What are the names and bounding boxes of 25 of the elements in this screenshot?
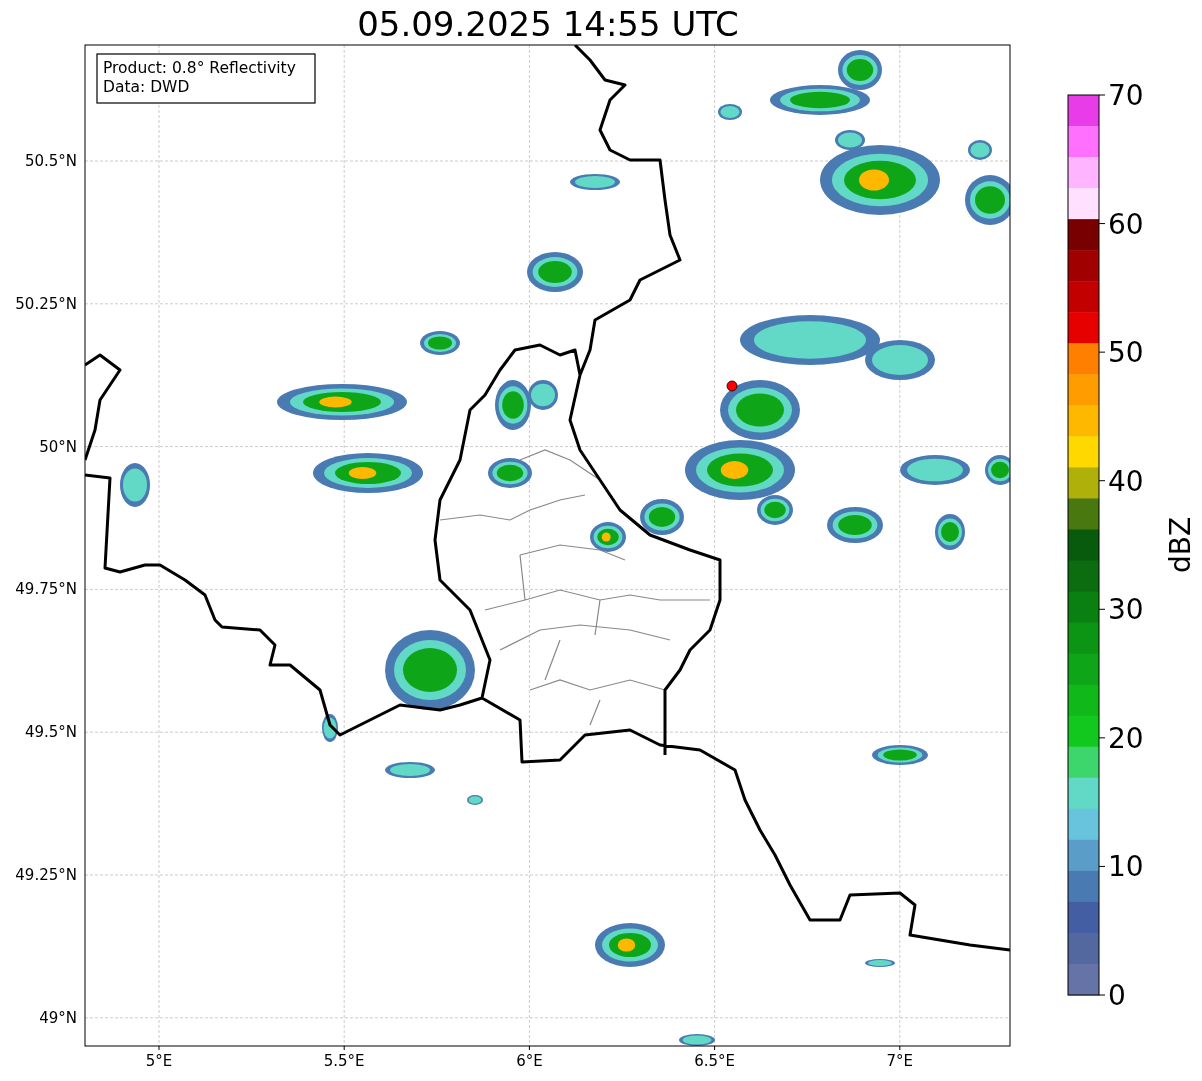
tick-label: 49.25°N (15, 866, 77, 884)
tick-label: 6°E (516, 1052, 543, 1070)
tick-label: 6.5°E (694, 1052, 735, 1070)
radar-site-marker (726, 380, 738, 392)
tick-label: 40 (1108, 464, 1144, 498)
tick-label: 49.5°N (24, 723, 77, 742)
tick-label: 10 (1108, 850, 1144, 884)
tick-label: 49°N (39, 1008, 77, 1027)
tick-label: 5.5°E (323, 1052, 365, 1070)
info-text: Data: DWD (103, 78, 190, 96)
info-text: Product: 0.8° Reflectivity (103, 59, 296, 77)
tick-label: 7°E (886, 1052, 914, 1070)
tick-label: 50 (1108, 336, 1144, 370)
tick-label: 50.25°N (15, 294, 77, 313)
tick-label: 30 (1108, 593, 1144, 627)
tick-label: 50.5°N (24, 152, 77, 170)
tick-label: 20 (1108, 721, 1144, 755)
chart-title: 05.09.2025 14:55 UTC (357, 4, 739, 44)
tick-label: 49.75°N (15, 580, 77, 599)
tick-label: 5°E (145, 1052, 173, 1070)
tick-label: 0 (1108, 979, 1126, 1012)
tick-label: 70 (1108, 79, 1144, 112)
tick-label: 50°N (39, 437, 77, 456)
colorbar-label: dBZ (1164, 516, 1197, 574)
tick-label: 60 (1108, 207, 1144, 241)
